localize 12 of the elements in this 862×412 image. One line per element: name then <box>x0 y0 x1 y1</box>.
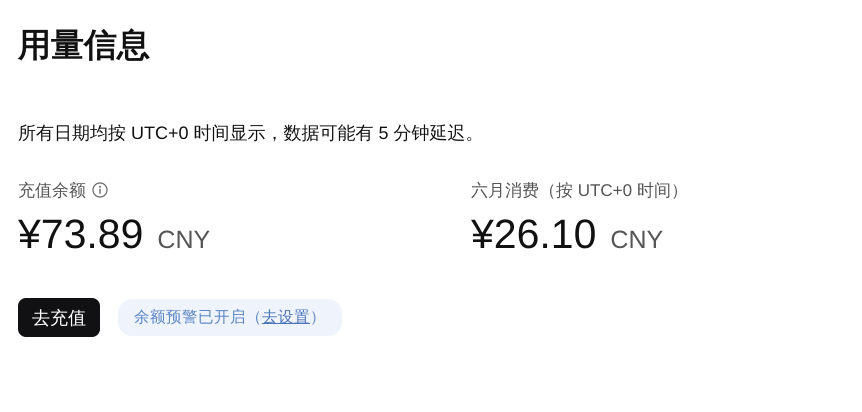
alert-text: 余额预警已开启（去设置） <box>134 308 326 328</box>
notice-text: 所有日期均按 UTC+0 时间显示，数据可能有 5 分钟延迟。 <box>18 122 485 145</box>
info-icon[interactable] <box>92 182 108 198</box>
currency: CNY <box>610 226 664 255</box>
currency: CNY <box>157 226 210 255</box>
amount: ¥26.10 <box>471 210 596 258</box>
stat-label: 六月消费（按 UTC+0 时间） <box>471 180 688 202</box>
settings-link[interactable]: 去设置 <box>262 309 310 326</box>
amount: ¥73.89 <box>18 210 144 258</box>
top-up-button[interactable]: 去充值 <box>18 298 100 337</box>
page-title: 用量信息 <box>18 25 151 65</box>
stat-label: 充值余额 <box>18 180 86 202</box>
